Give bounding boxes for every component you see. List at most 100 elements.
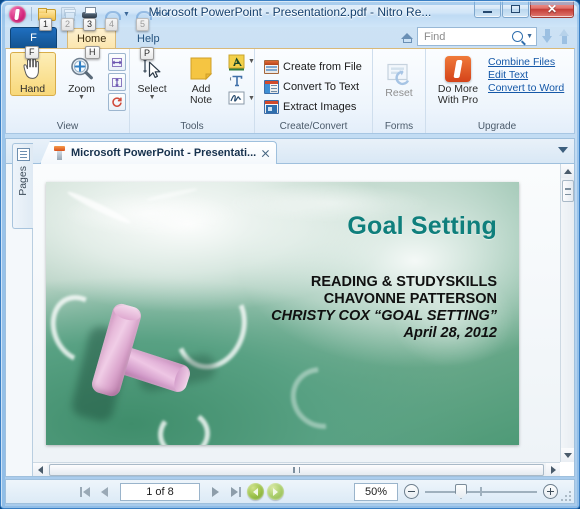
scroll-left-icon[interactable] — [33, 463, 47, 476]
vertical-scrollbar[interactable] — [560, 164, 574, 462]
page-canvas[interactable]: Goal Setting READING & STUDYSKILLS CHAVO… — [33, 164, 560, 462]
scroll-down-icon[interactable] — [561, 448, 574, 462]
zoom-in-icon[interactable] — [543, 484, 558, 499]
convert-to-text-label: Convert To Text — [283, 80, 360, 93]
slide-line-3: CHRISTY COX “GOAL SETTING” — [271, 308, 497, 324]
qat-customize-caret-icon[interactable]: ▾ — [165, 4, 173, 25]
upgrade-links: Combine Files Edit Text Convert to Word — [488, 56, 564, 94]
find-dropdown-caret-icon[interactable]: ▼ — [526, 33, 533, 40]
document-tab-label: Microsoft PowerPoint - Presentati... — [71, 147, 257, 159]
tab-home[interactable]: Home H — [67, 28, 117, 59]
tab-overflow-caret-icon[interactable] — [558, 147, 568, 153]
tab-help[interactable]: Help P — [128, 29, 169, 60]
zoom-controls: 50% — [354, 482, 558, 501]
sidebar-item-pages-label: Pages — [17, 166, 29, 196]
find-input[interactable]: Find ▼ — [417, 27, 537, 46]
create-from-file-button[interactable]: Create from File — [261, 57, 365, 76]
close-button[interactable]: ✕ — [530, 1, 574, 18]
minimize-icon — [483, 10, 492, 13]
document-tab[interactable]: Microsoft PowerPoint - Presentati... — [40, 141, 278, 164]
convert-to-text-button[interactable]: Convert To Text — [261, 77, 365, 96]
horizontal-scrollbar[interactable] — [33, 462, 560, 476]
page-indicator[interactable]: 1 of 8 — [120, 482, 200, 501]
previous-page-icon[interactable] — [96, 483, 113, 500]
rotate-icon[interactable] — [107, 93, 126, 111]
maximize-button[interactable] — [502, 1, 529, 18]
navigate-forward-icon[interactable] — [267, 483, 284, 500]
add-note-button[interactable]: Add Note — [178, 52, 224, 107]
convert-to-word-link[interactable]: Convert to Word — [488, 82, 564, 94]
close-icon[interactable] — [261, 149, 270, 158]
maximize-icon — [511, 5, 520, 13]
select-dropdown-caret-icon[interactable]: ▼ — [149, 94, 156, 101]
typewriter-t-icon[interactable] — [227, 72, 246, 89]
nitro-orb-button[interactable] — [7, 4, 28, 25]
create-from-file-label: Create from File — [283, 60, 362, 73]
extract-images-icon — [264, 99, 279, 114]
horizontal-scroll-thumb[interactable] — [49, 464, 544, 476]
sticky-note-icon — [187, 55, 215, 83]
zoom-dropdown-caret-icon[interactable]: ▼ — [78, 94, 85, 101]
redo-dropdown-caret-icon[interactable]: ▼ — [154, 4, 162, 25]
undo-button[interactable]: 4 — [101, 4, 122, 31]
combine-files-link[interactable]: Combine Files — [488, 56, 564, 68]
magnifier-icon[interactable] — [512, 31, 524, 42]
window-controls: ✕ — [474, 1, 574, 18]
zoom-out-icon[interactable] — [404, 484, 419, 499]
find-previous-icon[interactable] — [558, 29, 571, 44]
zoom-slider[interactable] — [425, 484, 537, 499]
highlight-a-icon[interactable] — [227, 53, 246, 71]
document-area: Microsoft PowerPoint - Presentati... Pag… — [5, 138, 575, 477]
tab-help-label: Help — [137, 32, 160, 45]
undo-dropdown-caret-icon[interactable]: ▼ — [123, 4, 131, 25]
save-button[interactable]: 2 — [57, 4, 78, 31]
edit-text-link[interactable]: Edit Text — [488, 69, 564, 81]
quick-access-toolbar: 1 2 3 4 ▼ 5 ▼ ▾ — [7, 2, 173, 31]
zoom-slider-thumb[interactable] — [455, 484, 467, 499]
powerpoint-file-icon — [53, 146, 66, 160]
extract-images-button[interactable]: Extract Images — [261, 97, 365, 116]
keytip-file: F — [25, 46, 39, 59]
do-more-with-pro-label: Do More With Pro — [437, 83, 479, 106]
status-bar: 1 of 8 50% — [5, 479, 575, 504]
keytip-home: H — [85, 46, 100, 59]
extract-images-label: Extract Images — [283, 100, 357, 113]
redo-button[interactable]: 5 — [132, 4, 153, 31]
find-bar: Find ▼ — [400, 27, 571, 46]
zoom-icon — [68, 55, 96, 83]
vertical-scroll-thumb[interactable] — [562, 180, 574, 202]
resize-grip-icon[interactable] — [560, 490, 571, 501]
reset-forms-button[interactable]: Reset — [376, 60, 422, 100]
hand-tool-label: Hand — [19, 83, 46, 95]
print-button[interactable]: 3 — [79, 4, 100, 31]
find-next-icon[interactable] — [541, 29, 554, 44]
next-page-icon[interactable] — [207, 483, 224, 500]
home-icon[interactable] — [400, 31, 413, 43]
keytip-save: 2 — [61, 17, 75, 31]
document-tab-strip: Microsoft PowerPoint - Presentati... — [6, 139, 574, 164]
zoom-slider-tick — [480, 487, 482, 496]
signature-icon[interactable] — [227, 90, 246, 107]
page-navigation: 1 of 8 — [76, 482, 284, 501]
sidebar-item-pages[interactable]: Pages — [12, 143, 33, 229]
fit-width-icon[interactable] — [107, 53, 126, 71]
scroll-right-icon[interactable] — [546, 463, 560, 476]
open-button[interactable]: 1 — [35, 4, 56, 31]
keytip-help: P — [140, 47, 155, 60]
ribbon-group-create-convert-label: Create/Convert — [279, 121, 348, 132]
keytip-open: 1 — [39, 17, 53, 31]
scroll-up-icon[interactable] — [561, 164, 574, 178]
ribbon-group-tools-label: Tools — [180, 121, 204, 132]
hand-icon — [19, 55, 47, 83]
ribbon-group-view: Hand Zoom ▼ View — [6, 49, 129, 133]
minimize-button[interactable] — [474, 1, 501, 18]
last-page-icon[interactable] — [227, 483, 244, 500]
fit-page-icon[interactable] — [107, 73, 126, 91]
navigate-back-icon[interactable] — [247, 483, 264, 500]
first-page-icon[interactable] — [76, 483, 93, 500]
convert-to-text-icon — [264, 79, 279, 94]
nitro-orb-icon — [9, 5, 26, 23]
keytip-redo: 5 — [136, 17, 150, 31]
zoom-tool-button[interactable]: Zoom ▼ — [59, 52, 105, 102]
zoom-level-value[interactable]: 50% — [354, 482, 398, 501]
